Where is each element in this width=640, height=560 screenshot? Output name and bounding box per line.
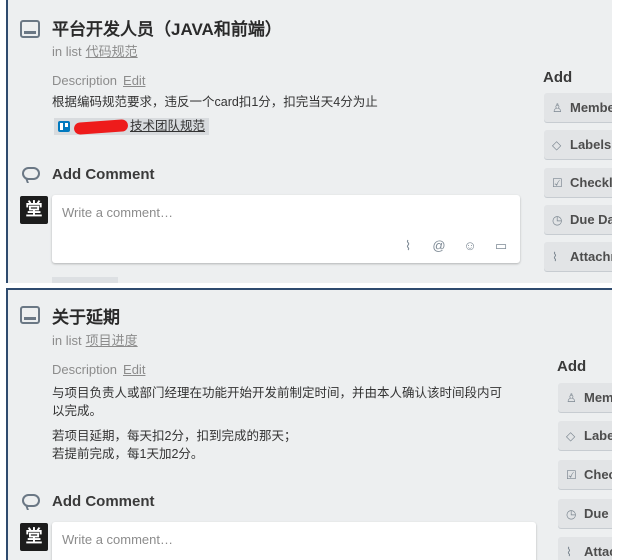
label-icon: ◇ (566, 429, 576, 443)
add-comment-heading: Add Comment (52, 493, 155, 510)
comment-placeholder: Write a comment… (62, 205, 174, 220)
checklist-icon: ☑ (566, 468, 577, 482)
card-title[interactable]: 关于延期 (52, 303, 120, 328)
comment-placeholder: Write a comment… (62, 532, 174, 547)
card-icon (20, 20, 40, 38)
save-button-stub[interactable] (52, 277, 118, 283)
paperclip-icon: ⌇ (552, 250, 558, 264)
card-detail-about-delay: 关于延期 in list 项目进度 Description Edit 与项目负责人或… (6, 288, 612, 560)
members-label: Members (570, 100, 612, 115)
add-heading: Add (557, 358, 587, 375)
attachment-link[interactable]: 技术团队规范 (54, 118, 210, 135)
description-line: 若项目延期，每天扣2分，扣到完成的那天； (52, 429, 297, 443)
add-heading: Add (543, 69, 573, 86)
comment-icon (22, 167, 40, 180)
checklist-label: Checklist (570, 175, 612, 190)
mention-icon[interactable]: @ (432, 238, 446, 254)
card-detail-platform-developers: 平台开发人员（JAVA和前端） in list 代码规范 Description E… (6, 0, 612, 283)
due-date-button[interactable]: ◷ Due Date (544, 205, 612, 234)
attachment-button[interactable]: ⌇ Attachment (544, 242, 612, 271)
avatar[interactable]: 堂 (20, 523, 48, 551)
description-label: Description (52, 362, 118, 377)
members-button[interactable]: ♙ Members (544, 93, 612, 122)
members-label: Members (584, 390, 612, 405)
clock-icon: ◷ (566, 507, 577, 521)
attach-icon[interactable]: ⌇ (401, 238, 415, 254)
label-icon: ◇ (552, 138, 562, 152)
checklist-icon: ☑ (552, 176, 563, 190)
in-list-prefix: in list (52, 44, 82, 59)
in-list-line: in list 项目进度 (52, 330, 138, 349)
labels-button[interactable]: ◇ Labels (544, 130, 612, 159)
list-link[interactable]: 代码规范 (86, 44, 138, 59)
description-line: 以完成。 (52, 404, 103, 418)
members-button[interactable]: ♙ Members (558, 383, 612, 412)
paperclip-icon: ⌇ (566, 545, 572, 559)
description-line: 与项目负责人或部门经理在功能开始开发前制定时间，并由本人确认该时间段内可 (52, 386, 503, 400)
due-date-button[interactable]: ◷ Due Date (558, 499, 612, 528)
redaction-mark (73, 118, 129, 135)
member-icon: ♙ (552, 101, 563, 115)
description-label: Description (52, 73, 118, 88)
description-text: 根据编码规范要求，违反一个card扣1分，扣完当天4分为止 (52, 95, 378, 109)
member-icon: ♙ (566, 391, 577, 405)
attachment-label: 技术团队规范 (130, 119, 206, 133)
add-comment-heading: Add Comment (52, 166, 155, 183)
description-header: Description Edit (52, 362, 145, 377)
list-link[interactable]: 项目进度 (86, 333, 138, 348)
card-title[interactable]: 平台开发人员（JAVA和前端） (52, 15, 282, 40)
trello-icon (58, 121, 70, 132)
checklist-button[interactable]: ☑ Checklist (544, 168, 612, 197)
due-date-label: Due Date (584, 506, 612, 521)
comment-input[interactable]: Write a comment… ⌇ @ ☺ ▭ (52, 195, 520, 263)
comment-input[interactable]: Write a comment… (52, 522, 536, 560)
comment-icon (22, 494, 40, 507)
labels-button[interactable]: ◇ Labels (558, 421, 612, 450)
attachment-button[interactable]: ⌇ Attachment (558, 537, 612, 560)
labels-label: Labels (584, 428, 612, 443)
in-list-line: in list 代码规范 (52, 41, 138, 60)
due-date-label: Due Date (570, 212, 612, 227)
avatar[interactable]: 堂 (20, 196, 48, 224)
edit-description-link[interactable]: Edit (123, 362, 145, 377)
description-line: 若提前完成，每1天加2分。 (52, 447, 204, 461)
attachment-label: Attachment (584, 544, 612, 559)
checklist-label: Checklist (584, 467, 612, 482)
card-icon (20, 306, 40, 324)
checklist-button[interactable]: ☑ Checklist (558, 460, 612, 489)
edit-description-link[interactable]: Edit (123, 73, 145, 88)
description-header: Description Edit (52, 73, 145, 88)
card-icon[interactable]: ▭ (494, 238, 508, 254)
attachment-label: Attachment (570, 249, 612, 264)
comment-toolbar: ⌇ @ ☺ ▭ (401, 238, 508, 254)
labels-label: Labels (570, 137, 612, 152)
in-list-prefix: in list (52, 333, 82, 348)
emoji-icon[interactable]: ☺ (463, 238, 477, 254)
clock-icon: ◷ (552, 213, 563, 227)
